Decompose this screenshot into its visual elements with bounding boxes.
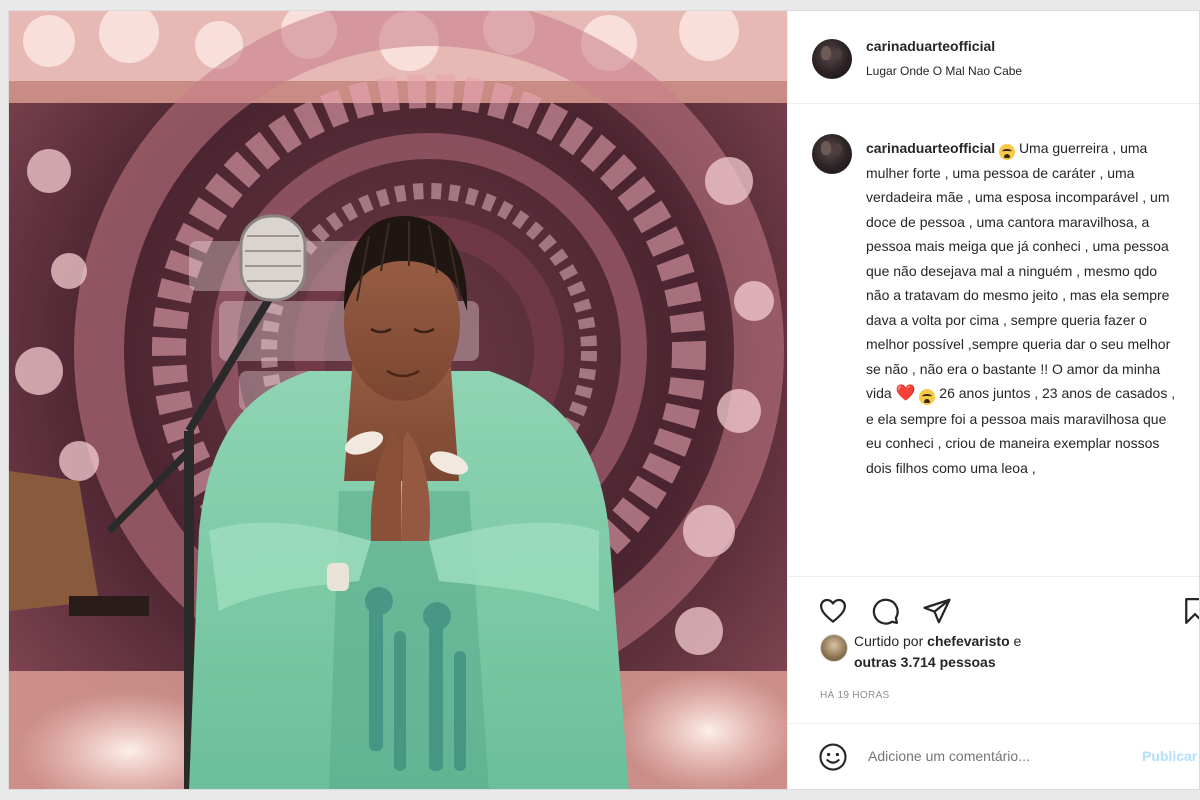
crying-face-emoji-icon-2: 😭 xyxy=(919,389,936,405)
instagram-post-window: carinaduarteofficial Lugar Onde O Mal Na… xyxy=(8,10,1200,790)
heart-icon[interactable] xyxy=(818,596,848,626)
post-photo[interactable] xyxy=(9,11,787,789)
caption-author-avatar[interactable] xyxy=(812,134,852,174)
comment-box: Publicar xyxy=(788,723,1199,789)
share-icon[interactable] xyxy=(922,596,952,626)
caption-area: carinaduarteofficial 😭 Uma guerreira , u… xyxy=(788,104,1199,576)
caption-text-part1: Uma guerreira , uma mulher forte , uma p… xyxy=(866,140,1171,401)
post-photo-image xyxy=(9,11,787,789)
comment-icon[interactable] xyxy=(870,596,900,626)
liker-avatar[interactable] xyxy=(820,634,848,662)
likes-prefix: Curtido por xyxy=(854,633,924,649)
likes-joiner: e xyxy=(1013,633,1022,649)
caption-username[interactable]: carinaduarteofficial xyxy=(866,140,995,156)
bookmark-icon[interactable] xyxy=(1180,596,1199,626)
red-heart-emoji-icon: ❤️ xyxy=(895,385,916,402)
post-caption: carinaduarteofficial 😭 Uma guerreira , u… xyxy=(866,136,1182,480)
post-location[interactable]: Lugar Onde O Mal Nao Cabe xyxy=(866,64,1022,78)
post-side-panel: carinaduarteofficial Lugar Onde O Mal Na… xyxy=(787,11,1199,789)
liker-username[interactable]: chefevaristo xyxy=(927,633,1009,649)
post-timestamp[interactable]: HÁ 19 HORAS xyxy=(820,690,889,701)
crying-face-emoji-icon: 😭 xyxy=(999,144,1016,160)
comment-input[interactable] xyxy=(868,748,1118,764)
emoji-picker-icon[interactable] xyxy=(818,742,848,772)
publish-button[interactable]: Publicar xyxy=(1142,748,1197,764)
author-avatar[interactable] xyxy=(812,39,852,79)
likes-summary: Curtido por chefevaristo e outras 3.714 … xyxy=(854,631,1021,673)
author-username[interactable]: carinaduarteofficial xyxy=(866,38,995,54)
likes-others-link[interactable]: outras 3.714 pessoas xyxy=(854,654,996,670)
post-header: carinaduarteofficial Lugar Onde O Mal Na… xyxy=(788,11,1199,104)
